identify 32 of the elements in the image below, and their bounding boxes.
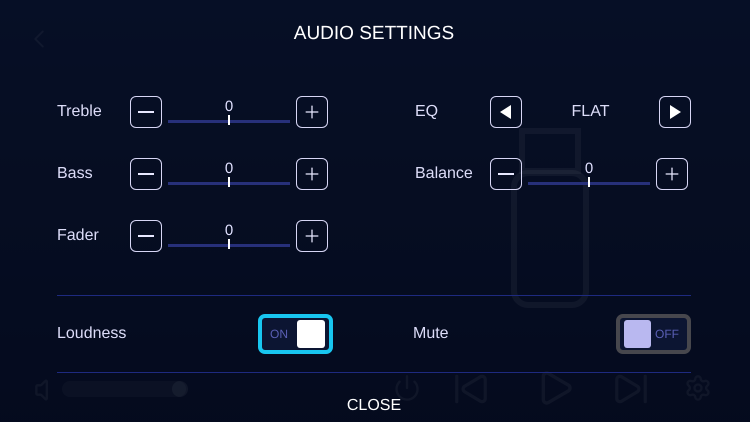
setting-label: Balance [415, 165, 474, 183]
slider-value: 0 [224, 223, 234, 239]
slider-value: 0 [224, 161, 234, 177]
setting-label: Treble [57, 103, 103, 121]
minus-icon [138, 173, 154, 175]
slider-value: 0 [584, 161, 594, 177]
decrease-button[interactable] [490, 158, 522, 190]
setting-label: EQ [415, 103, 440, 121]
right-triangle-icon [669, 105, 681, 119]
increase-button[interactable] [656, 158, 688, 190]
previous-preset-button[interactable] [490, 96, 522, 128]
minus-icon [498, 173, 514, 175]
eq-preset-value: FLAT [570, 103, 610, 121]
minus-icon [138, 111, 154, 113]
decrease-button[interactable] [130, 158, 162, 190]
decrease-button[interactable] [130, 220, 162, 252]
decrease-button[interactable] [130, 96, 162, 128]
toggle-switch[interactable]: OFF [616, 314, 691, 354]
increase-button[interactable] [296, 96, 328, 128]
setting-label: Loudness [57, 325, 128, 343]
setting-label: Mute [413, 325, 450, 343]
next-preset-button[interactable] [659, 96, 691, 128]
increase-button[interactable] [296, 158, 328, 190]
slider-value: 0 [224, 99, 234, 115]
left-triangle-icon [500, 105, 512, 119]
close-button[interactable]: CLOSE [342, 395, 406, 417]
toggle-switch[interactable]: ON [258, 314, 333, 354]
minus-icon [138, 235, 154, 237]
setting-label: Bass [57, 165, 94, 183]
dialog-title: AUDIO SETTINGS [292, 22, 456, 46]
setting-label: Fader [57, 227, 100, 245]
increase-button[interactable] [296, 220, 328, 252]
